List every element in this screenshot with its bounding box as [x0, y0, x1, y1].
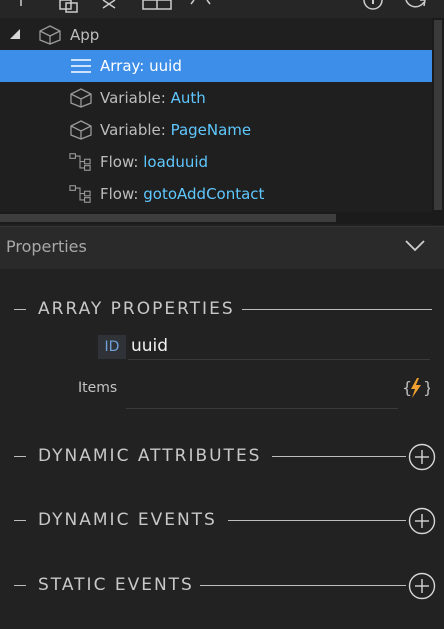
tree-item-type: Flow: [100, 185, 139, 203]
svg-text:{: { [402, 378, 412, 397]
tree-horizontal-scrollbar-thumb[interactable] [0, 214, 336, 222]
tree-item-type: Variable: [100, 121, 166, 139]
cube-icon [70, 88, 92, 108]
tree-root-app[interactable]: App [0, 19, 432, 51]
static-events-heading: STATIC EVENTS [38, 575, 194, 595]
tree-item-array-uuid[interactable]: Array: uuid [0, 50, 432, 82]
tree-item-name: loaduuid [143, 153, 209, 171]
info-icon[interactable] [362, 0, 384, 14]
section-divider [272, 456, 406, 457]
tree-item-name: PageName [170, 121, 252, 139]
add-icon[interactable] [14, 0, 28, 14]
tree-item-type: Array: [100, 57, 145, 75]
collapse-triangle-icon[interactable] [10, 29, 20, 39]
tree-item-name: gotoAddContact [143, 185, 265, 203]
array-icon [71, 59, 91, 73]
section-divider [242, 309, 432, 310]
tree-item-label: Flow: gotoAddContact [100, 185, 264, 203]
tree-item-type: Variable: [100, 89, 166, 107]
add-static-event-button[interactable] [408, 572, 436, 600]
cube-icon [70, 120, 92, 140]
toolbar [0, 0, 444, 19]
flow-icon [69, 153, 91, 171]
tree-item-flow-loaduuid[interactable]: Flow: loaduuid [0, 146, 432, 178]
id-input-underline [128, 359, 430, 360]
section-divider [228, 520, 406, 521]
id-badge: ID [98, 335, 126, 359]
items-input[interactable] [126, 408, 398, 409]
section-divider [14, 456, 26, 457]
tree-item-flow-gotoaddcontact[interactable]: Flow: gotoAddContact [0, 178, 432, 210]
cube-icon [39, 25, 61, 45]
add-dynamic-attribute-button[interactable] [408, 443, 436, 471]
dynamic-data-icon[interactable]: { } [402, 376, 430, 400]
tree-item-name: Auth [170, 89, 206, 107]
scissors-icon[interactable] [100, 0, 118, 14]
section-divider [14, 520, 26, 521]
tree-item-variable-auth[interactable]: Variable: Auth [0, 82, 432, 114]
dynamic-attributes-heading: DYNAMIC ATTRIBUTES [38, 446, 262, 466]
structure-tree: App Array: uuid Variable: Auth Variable:… [0, 18, 444, 225]
tree-item-variable-pagename[interactable]: Variable: PageName [0, 114, 432, 146]
items-label: Items [78, 380, 118, 396]
tree-item-label: Flow: loaduuid [100, 153, 208, 171]
dynamic-events-heading: DYNAMIC EVENTS [38, 510, 217, 530]
flow-icon [69, 185, 91, 203]
refresh-icon[interactable] [402, 0, 428, 14]
tree-item-label: Variable: PageName [100, 121, 251, 139]
section-divider [14, 309, 26, 310]
chevron-down-icon[interactable] [404, 238, 426, 254]
tree-item-name: uuid [149, 57, 182, 75]
box-icon[interactable] [142, 0, 172, 14]
properties-title: Properties [6, 237, 87, 256]
add-dynamic-event-button[interactable] [408, 507, 436, 535]
tree-root-label: App [70, 26, 100, 44]
tree-vertical-scrollbar-thumb[interactable] [434, 20, 442, 210]
tree-item-type: Flow: [100, 153, 139, 171]
svg-text:}: } [423, 378, 430, 397]
id-input[interactable]: uuid [131, 336, 168, 356]
tree-item-label: Variable: Auth [100, 89, 206, 107]
code-icon[interactable] [190, 0, 212, 14]
section-divider [14, 585, 26, 586]
array-properties-heading: ARRAY PROPERTIES [38, 299, 235, 319]
tree-item-label: Array: uuid [100, 57, 182, 75]
section-divider [200, 585, 406, 586]
copy-icon[interactable] [58, 0, 80, 14]
